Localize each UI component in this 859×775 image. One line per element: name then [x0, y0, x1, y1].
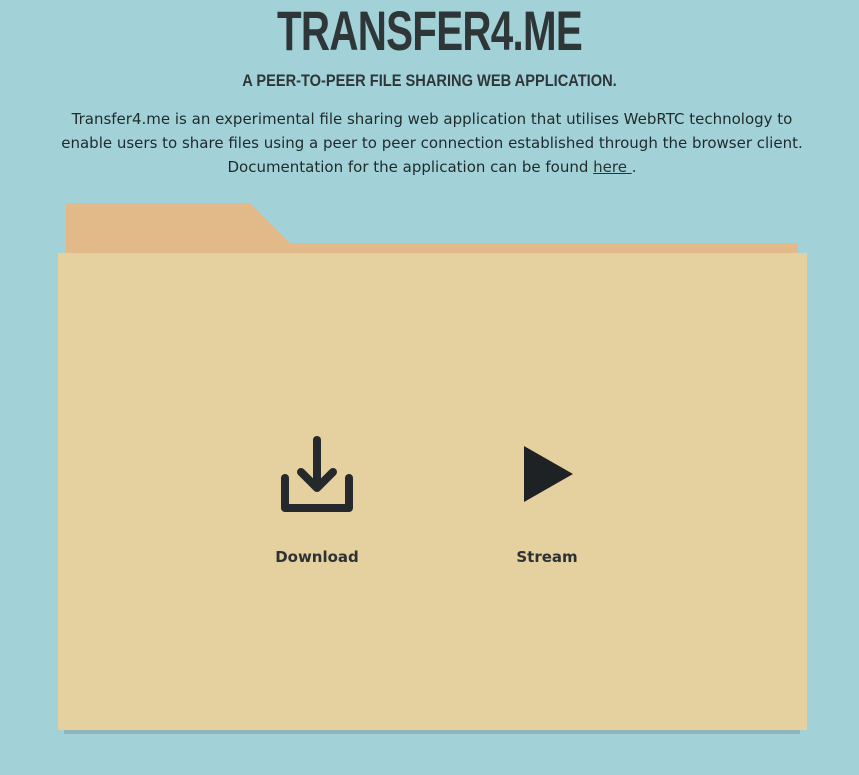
app-description: Transfer4.me is an experimental file sha…: [60, 107, 804, 179]
folder-body: [58, 253, 807, 730]
stream-button[interactable]: Stream: [487, 436, 607, 566]
play-icon: [524, 446, 573, 502]
download-label: Download: [275, 548, 359, 566]
page: TRANSFER4.ME A PEER-TO-PEER FILE SHARING…: [0, 0, 859, 775]
stream-label: Stream: [516, 548, 578, 566]
download-icon: [281, 436, 353, 512]
documentation-text: Documentation for the application can be…: [227, 158, 594, 176]
documentation-suffix: .: [631, 158, 637, 176]
folder-tab: [66, 203, 798, 253]
app-title: TRANSFER4.ME: [277, 0, 583, 62]
app-tagline: A PEER-TO-PEER FILE SHARING WEB APPLICAT…: [242, 71, 617, 90]
documentation-link[interactable]: here: [593, 158, 632, 176]
download-button[interactable]: Download: [257, 436, 377, 566]
description-text: Transfer4.me is an experimental file sha…: [61, 110, 803, 152]
